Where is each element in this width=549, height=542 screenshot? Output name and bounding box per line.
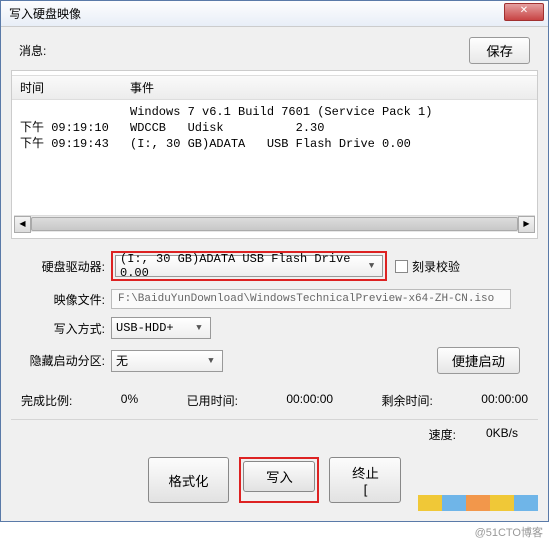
abort-button[interactable]: 终止[ (329, 457, 401, 503)
window-title: 写入硬盘映像 (9, 7, 81, 21)
burn-verify-checkbox[interactable] (395, 260, 408, 273)
log-row-1-event: WDCCB Udisk 2.30 (130, 121, 324, 135)
speed-value: 0KB/s (486, 426, 518, 443)
drive-highlight: (I:, 30 GB)ADATA USB Flash Drive 0.00 ▼ (111, 251, 387, 281)
write-mode-value: USB-HDD+ (116, 321, 174, 335)
hide-partition-row: 隐藏启动分区: 无 ▼ 便捷启动 (15, 347, 534, 374)
done-value: 0% (121, 392, 138, 409)
log-row-2-event: (I:, 30 GB)ADATA USB Flash Drive 0.00 (130, 137, 411, 151)
remain-value: 00:00:00 (481, 392, 528, 409)
message-header: 消息: 保存 (11, 35, 538, 70)
dialog-window: 写入硬盘映像 ✕ 消息: 保存 时间 事件 Windows 7 v6.1 Bui… (0, 0, 549, 522)
drive-row: 硬盘驱动器: (I:, 30 GB)ADATA USB Flash Drive … (15, 251, 534, 281)
scroll-track[interactable] (31, 216, 518, 232)
log-row-2-time: 下午 09:19:43 (20, 136, 130, 152)
drive-combo[interactable]: (I:, 30 GB)ADATA USB Flash Drive 0.00 ▼ (115, 255, 383, 277)
write-mode-combo[interactable]: USB-HDD+ ▼ (111, 317, 211, 339)
color-yellow (418, 495, 442, 511)
color-orange (466, 495, 490, 511)
progress-row: 完成比例: 0% 已用时间: 00:00:00 剩余时间: 00:00:00 (11, 388, 538, 420)
remain-label: 剩余时间: (382, 394, 433, 408)
drive-value: (I:, 30 GB)ADATA USB Flash Drive 0.00 (120, 252, 365, 280)
image-path-input[interactable] (111, 289, 511, 309)
button-row: 格式化 写入 终止[ (11, 453, 538, 513)
log-row-0-event: Windows 7 v6.1 Build 7601 (Service Pack … (130, 105, 432, 119)
col-event: 事件 (130, 79, 529, 96)
write-highlight: 写入 (239, 457, 319, 503)
color-yellow2 (490, 495, 514, 511)
write-button[interactable]: 写入 (243, 461, 315, 492)
elapsed-value: 00:00:00 (286, 392, 333, 409)
log-row-1-time: 下午 09:19:10 (20, 120, 130, 136)
chevron-down-icon: ▼ (365, 261, 378, 271)
write-mode-label: 写入方式: (15, 320, 111, 337)
log-panel: 时间 事件 Windows 7 v6.1 Build 7601 (Service… (11, 70, 538, 239)
bootable-button[interactable]: 便捷启动 (437, 347, 520, 374)
hide-partition-value: 无 (116, 352, 128, 369)
image-label: 映像文件: (15, 291, 111, 308)
color-blue2 (514, 495, 538, 511)
scroll-left-icon[interactable]: ◀ (14, 216, 31, 233)
hide-partition-label: 隐藏启动分区: (15, 352, 111, 369)
speed-label: 速度: (429, 426, 456, 443)
titlebar[interactable]: 写入硬盘映像 ✕ (1, 1, 548, 27)
write-mode-row: 写入方式: USB-HDD+ ▼ (15, 317, 534, 339)
horizontal-scrollbar[interactable]: ◀ ▶ (14, 215, 535, 232)
save-button[interactable]: 保存 (469, 37, 530, 64)
scroll-right-icon[interactable]: ▶ (518, 216, 535, 233)
message-label: 消息: (19, 42, 46, 59)
watermark: @51CTO博客 (0, 522, 549, 542)
form-area: 硬盘驱动器: (I:, 30 GB)ADATA USB Flash Drive … (11, 245, 538, 388)
color-strip (418, 495, 538, 511)
log-columns: 时间 事件 (12, 75, 537, 100)
format-button[interactable]: 格式化 (148, 457, 230, 503)
color-blue (442, 495, 466, 511)
image-row: 映像文件: (15, 289, 534, 309)
chevron-down-icon: ▼ (204, 356, 218, 366)
log-body: Windows 7 v6.1 Build 7601 (Service Pack … (12, 100, 537, 215)
drive-label: 硬盘驱动器: (15, 258, 111, 275)
col-time: 时间 (20, 79, 130, 96)
burn-verify-label: 刻录校验 (412, 258, 460, 275)
close-button[interactable]: ✕ (504, 3, 544, 21)
chevron-down-icon: ▼ (192, 323, 206, 333)
hide-partition-combo[interactable]: 无 ▼ (111, 350, 223, 372)
scroll-thumb[interactable] (31, 217, 518, 231)
elapsed-label: 已用时间: (187, 394, 238, 408)
speed-row: 速度: 0KB/s (11, 420, 538, 453)
content-area: 消息: 保存 时间 事件 Windows 7 v6.1 Build 7601 (… (1, 27, 548, 521)
done-label: 完成比例: (21, 394, 72, 408)
